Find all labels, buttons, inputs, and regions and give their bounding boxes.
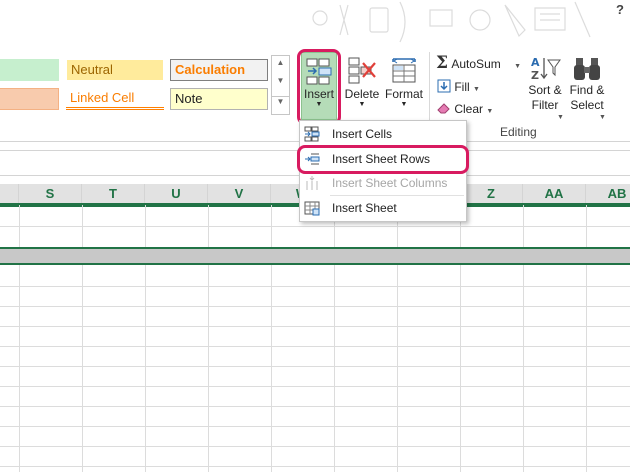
format-cells-icon (392, 58, 416, 83)
fill-label: Fill (454, 80, 470, 94)
gallery-more-icon[interactable]: ▼ (272, 96, 289, 106)
style-bad-tile[interactable] (0, 88, 59, 110)
row-gridline (0, 366, 630, 367)
menu-item-insert-sheet-columns: Insert Sheet Columns (300, 171, 466, 195)
row-gridline (0, 466, 630, 467)
column-gridline (271, 205, 272, 472)
menu-item-label: Insert Cells (332, 127, 393, 141)
row-gridline (0, 226, 630, 227)
selected-row-band[interactable] (0, 247, 630, 265)
format-dropdown-caret-icon: ▼ (400, 101, 408, 108)
row-gridline (0, 286, 630, 287)
column-gridline (586, 205, 587, 472)
styles-gallery-scroll[interactable]: ▲ ▼ ▼ (271, 55, 290, 115)
background-doodle-icon (312, 1, 591, 43)
column-gridline (334, 205, 335, 472)
sort-filter-icon: A Z (531, 56, 561, 82)
editing-group-label: Editing (500, 125, 537, 139)
column-gridline (208, 205, 209, 472)
delete-cells-icon (348, 57, 376, 84)
format-button-label: Format (384, 87, 423, 101)
menu-item-label: Insert Sheet Columns (332, 176, 448, 190)
delete-dropdown-caret-icon: ▼ (358, 101, 366, 108)
column-header-s[interactable]: S (19, 184, 82, 203)
insert-cells-icon (304, 126, 320, 142)
clear-caret-icon: ▼ (486, 108, 494, 115)
clear-button[interactable]: Clear ▼ (437, 101, 493, 120)
format-button[interactable]: Format ▼ (383, 52, 425, 120)
column-header-v[interactable]: V (208, 184, 271, 203)
style-good-tile[interactable] (0, 59, 59, 81)
column-header-partial[interactable] (0, 184, 19, 203)
autosum-button[interactable]: Σ AutoSum ▼ (436, 55, 521, 75)
column-gridline (523, 205, 524, 472)
find-select-label-1: Find & (569, 83, 605, 97)
row-gridline (0, 306, 630, 307)
column-gridline (460, 205, 461, 472)
style-linked-cell-tile[interactable]: Linked Cell (66, 88, 164, 110)
gallery-down-icon[interactable]: ▼ (272, 76, 289, 85)
style-neutral-tile[interactable]: Neutral (66, 59, 164, 81)
menu-item-insert-cells[interactable]: Insert Cells (300, 122, 466, 146)
svg-text:Z: Z (531, 69, 539, 82)
autosum-caret-icon: ▼ (514, 63, 522, 70)
row-gridline (0, 446, 630, 447)
help-button[interactable]: ? (616, 2, 624, 17)
delete-button[interactable]: Delete ▼ (343, 52, 381, 120)
sort-filter-caret-icon: ▼ (557, 114, 564, 121)
fill-button[interactable]: Fill ▼ (437, 79, 480, 98)
column-gridline (145, 205, 146, 472)
group-separator (429, 52, 430, 124)
eraser-icon (437, 103, 450, 114)
fill-down-icon (437, 79, 451, 93)
column-gridline (397, 205, 398, 472)
row-gridline (0, 326, 630, 327)
find-select-caret-icon: ▼ (599, 114, 606, 121)
row-gridline (0, 386, 630, 387)
autosum-label: AutoSum (451, 57, 501, 71)
column-header-u[interactable]: U (145, 184, 208, 203)
insert-button-highlight (297, 49, 341, 125)
column-gridline (82, 205, 83, 472)
binoculars-icon (574, 58, 600, 80)
clear-label: Clear (454, 102, 484, 116)
column-header-ab[interactable]: AB (586, 184, 630, 203)
row-gridline (0, 406, 630, 407)
style-calculation-tile[interactable]: Calculation (170, 59, 268, 81)
column-header-t[interactable]: T (82, 184, 145, 203)
fill-caret-icon: ▼ (473, 86, 480, 93)
insert-sheet-icon (304, 201, 320, 216)
row-gridline (0, 426, 630, 427)
row-gridline (0, 346, 630, 347)
sort-filter-label-1: Sort & (528, 83, 562, 97)
column-gridline (19, 205, 20, 472)
insert-sheet-rows-highlight (297, 145, 469, 174)
style-note-tile[interactable]: Note (170, 88, 268, 110)
delete-button-label: Delete (344, 87, 380, 101)
menu-item-insert-sheet[interactable]: Insert Sheet (300, 196, 466, 220)
gallery-up-icon[interactable]: ▲ (272, 58, 289, 67)
sigma-icon: Σ (436, 53, 449, 73)
worksheet-grid[interactable]: S T U V W X Y Z AA AB (0, 184, 630, 472)
svg-text:A: A (531, 56, 540, 69)
insert-columns-icon (306, 176, 318, 190)
menu-item-label: Insert Sheet (332, 201, 397, 215)
column-header-aa[interactable]: AA (523, 184, 586, 203)
column-header-z[interactable]: Z (460, 184, 523, 203)
